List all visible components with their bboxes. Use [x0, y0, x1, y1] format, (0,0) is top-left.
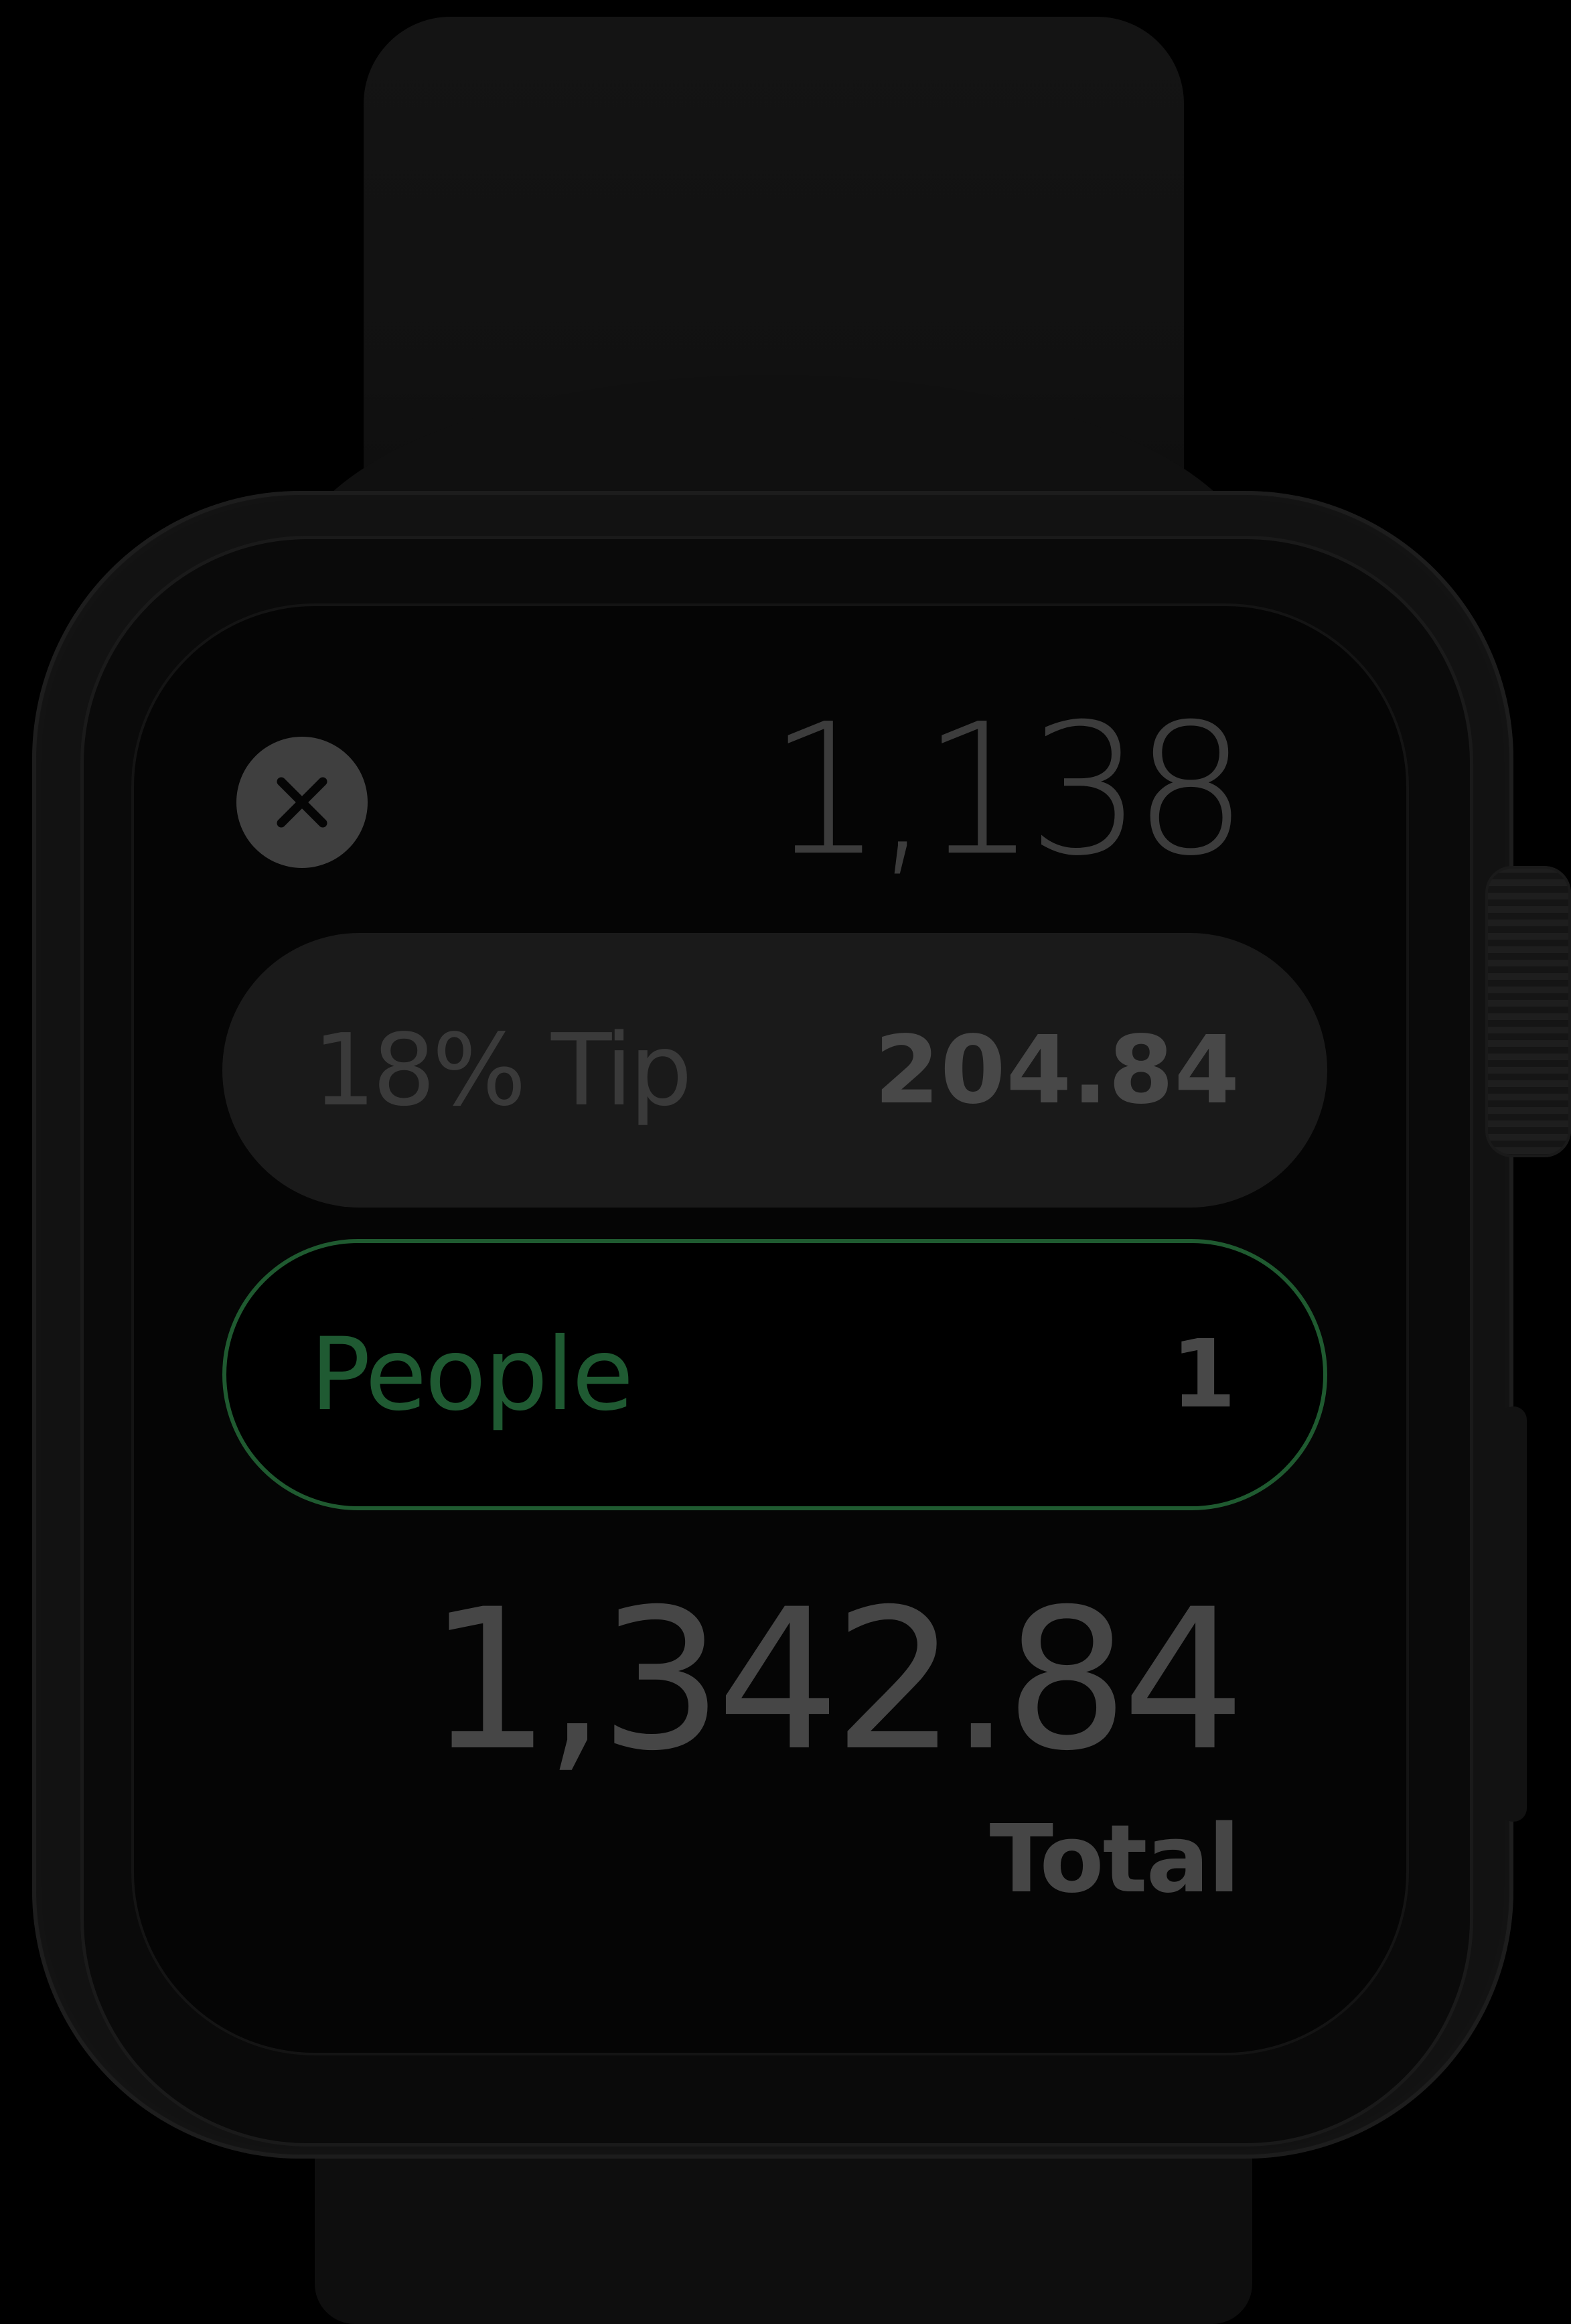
tip-calculator-screen: 1,138 18% Tip 204.84 People 1 1,342.84 T… — [201, 643, 1339, 2029]
digital-crown[interactable] — [1485, 866, 1571, 1157]
bill-amount[interactable]: 1,138 — [768, 690, 1248, 891]
side-button[interactable] — [1500, 1406, 1527, 1822]
close-button[interactable] — [236, 737, 368, 868]
total-label: Total — [989, 1805, 1240, 1914]
people-label: People — [310, 1316, 633, 1433]
people-value: 1 — [1171, 1320, 1236, 1429]
close-icon — [277, 777, 327, 828]
tip-selector[interactable]: 18% Tip 204.84 — [222, 933, 1327, 1208]
total-amount: 1,342.84 — [427, 1568, 1246, 1794]
tip-label: 18% Tip — [313, 1013, 692, 1128]
people-selector[interactable]: People 1 — [222, 1239, 1327, 1510]
tip-value: 204.84 — [874, 1015, 1240, 1125]
